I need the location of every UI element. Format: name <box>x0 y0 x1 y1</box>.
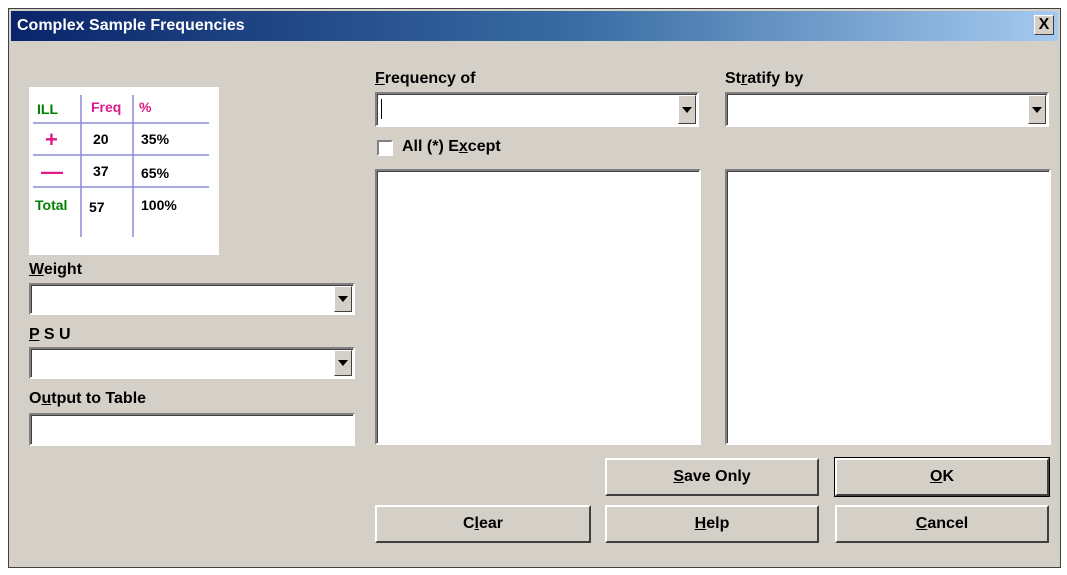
weight-dropdown-button[interactable] <box>334 286 352 312</box>
ok-button[interactable]: OK <box>834 457 1050 497</box>
save-only-button[interactable]: Save Only <box>605 458 819 496</box>
cancel-button[interactable]: Cancel <box>835 505 1049 543</box>
output-to-table-input[interactable] <box>29 413 355 446</box>
window-title: Complex Sample Frequencies <box>17 17 245 34</box>
chevron-down-icon <box>682 106 692 113</box>
logo-row-plus-pct: 35% <box>141 131 170 147</box>
all-except-label[interactable]: All (*) Except <box>402 138 501 156</box>
logo-row-minus-pct: 65% <box>141 165 170 181</box>
psu-dropdown[interactable] <box>29 347 355 379</box>
logo-row-total-label: Total <box>35 197 68 213</box>
psu-dropdown-button[interactable] <box>334 350 352 376</box>
chevron-down-icon <box>338 296 348 302</box>
clear-button[interactable]: Cl ear <box>375 505 591 543</box>
chevron-down-icon <box>1032 106 1042 113</box>
stratify-by-label: Stratify by <box>725 70 804 87</box>
output-to-table-label: Output to Table <box>29 390 147 407</box>
logo-header-freq: Freq <box>91 99 122 115</box>
psu-label: P S U <box>29 326 71 343</box>
all-except-checkbox[interactable] <box>377 140 393 156</box>
chevron-down-icon <box>338 360 348 366</box>
help-button[interactable]: Help <box>605 505 819 543</box>
frequency-of-dropdown-button[interactable] <box>678 95 696 124</box>
frequency-of-dropdown[interactable] <box>375 92 699 127</box>
weight-dropdown[interactable] <box>29 283 355 315</box>
frequency-variables-list[interactable] <box>375 169 701 445</box>
logo-row-minus-freq: 37 <box>93 163 109 179</box>
logo-row-total-freq: 57 <box>89 199 105 215</box>
frequency-table-logo: ILL Freq % + 20 35% — 37 65% Total 57 10… <box>29 87 219 255</box>
stratify-by-dropdown-button[interactable] <box>1028 95 1046 124</box>
logo-row-total-pct: 100% <box>141 197 177 213</box>
stratify-by-dropdown[interactable] <box>725 92 1049 127</box>
logo-row-plus-label: + <box>45 127 58 152</box>
logo-header-pct: % <box>139 99 152 115</box>
stratify-variables-list[interactable] <box>725 169 1051 445</box>
logo-header-ill: ILL <box>37 101 58 117</box>
dialog-window: Complex Sample Frequencies X ILL Freq % … <box>8 8 1061 568</box>
logo-row-minus-label: — <box>41 159 63 184</box>
close-button[interactable]: X <box>1034 15 1054 35</box>
title-bar[interactable]: Complex Sample Frequencies X <box>11 11 1058 41</box>
frequency-of-label: Frequency of <box>375 70 476 87</box>
logo-row-plus-freq: 20 <box>93 131 109 147</box>
close-icon: X <box>1038 16 1050 33</box>
weight-label: Weight <box>29 261 83 278</box>
text-caret <box>381 99 382 119</box>
